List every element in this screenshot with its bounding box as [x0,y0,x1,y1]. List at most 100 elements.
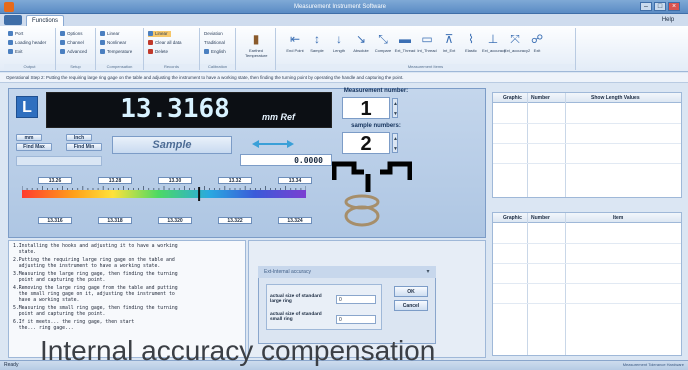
maximize-button[interactable]: □ [654,2,666,11]
tab-functions[interactable]: Functions [26,15,64,26]
small-ring-input[interactable]: 0 [336,315,376,324]
step-item: 1.Installing the hooks and adjusting it … [13,244,178,255]
channel-icon [60,40,65,45]
tool-absolute[interactable]: ↘ Absolute [350,31,372,61]
bottom-tick-label: 13.318 [98,217,132,224]
bottom-tick-label: 13.324 [278,217,312,224]
tool-int-ext[interactable]: ⊼ Int_Ext [438,31,460,61]
absolute-icon: ↘ [355,32,367,46]
tool-ext-accuracy[interactable]: ⊥ Ext_accuracy [482,31,506,61]
tool-length[interactable]: ↓ Length [328,31,350,61]
ribbon-group-label: Calibration [200,64,235,70]
delete-icon [148,49,153,54]
window-title: Measurement Instrument Software [293,4,387,10]
advanced-icon [60,49,65,54]
ribbon-group-label: Measurement Items [276,64,575,70]
inch-radio[interactable]: Inch [66,134,92,141]
app-menu-button[interactable] [4,15,22,25]
advanced-item[interactable]: Advanced [60,49,87,55]
dialog-close-icon[interactable]: ▾ [424,268,432,276]
step-item: 2.Putting the requiring large ring gage … [13,258,175,269]
ribbon-group-records: Linear Clear all data Delete Records [144,28,200,70]
column-number: Number [531,215,550,221]
minimize-button[interactable]: – [640,2,652,11]
ribbon-group-temperature: ▮ Earthed Temperature [236,28,276,70]
tool-int-thread[interactable]: ▭ Int_Thread [416,31,438,61]
tool-compare[interactable]: ⤡ Compare [372,31,394,61]
ok-button[interactable]: OK [394,286,428,297]
delete-item[interactable]: Delete [148,49,168,55]
instruction-bar: Operational Step 2: Putting the requirin… [0,73,688,83]
tool-elastic[interactable]: ⌇ Elastic [460,31,482,61]
highlighted-item[interactable]: Linear [148,31,171,37]
zero-value-field: 0.0000 [240,154,332,166]
app-icon[interactable] [4,2,14,12]
ribbon-group-output: Port Loading header Exit Output [4,28,56,70]
tool-end-point[interactable]: ⇤ End Point [284,31,306,61]
top-tick-label: 13.30 [158,177,192,184]
ext-accuracy-icon: ⊥ [487,32,499,46]
scale-gradient [22,190,306,198]
status-field [16,156,102,166]
header-icon [8,40,13,45]
sample-number-field[interactable]: 2 [342,132,390,155]
nonlinear-item[interactable]: Nonlinear [100,40,126,46]
ribbon-tab-strip [0,14,688,26]
measurement-number-field[interactable]: 1 [342,97,390,120]
port-icon [8,31,13,36]
find-min-button[interactable]: Find Min [66,143,102,151]
column-number: Number [531,95,550,101]
measurement-number-spinner[interactable]: ▲ ▼ [392,98,398,118]
measurement-number-label: Measurement number: [343,88,409,94]
traditional-item[interactable]: Traditional [204,40,225,46]
top-tick-label: 13.32 [218,177,252,184]
ribbon-group-label: Compensation [96,64,143,70]
int-ext-icon: ⊼ [444,32,454,46]
mm-radio[interactable]: mm [16,134,42,141]
tool-exit[interactable]: ☍ Exit [526,31,548,61]
tool-ext-accuracy-2[interactable]: ⤧ Ext_accuracy2 [504,31,530,61]
linear-item[interactable]: Linear [100,31,120,37]
tool-ext-thread[interactable]: ▬ Ext_Thread [394,31,416,61]
unit-logo: L [16,96,38,118]
bottom-tick-label: 13.320 [158,217,192,224]
ribbon-group-measurement-items: ⇤ End Point ↕ Sample ↓ Length ↘ Absolute ⤡ Co… [276,28,576,70]
table-header: Graphic Number Item [493,213,681,223]
caption-overlay: Internal accuracy compensation [40,335,436,366]
tool-sample[interactable]: ↕ Sample [306,31,328,61]
bottom-tick-label: 13.322 [218,217,252,224]
deviation-scale-bar [22,186,306,201]
cancel-button[interactable]: Cancel [394,300,428,311]
length-values-table: Graphic Number Show Length Values [492,92,682,198]
earthed-temperature-button[interactable]: ▮ Earthed Temperature [245,31,267,61]
clear-all-data-item[interactable]: Clear all data [148,40,182,46]
status-ready: Ready [4,362,19,368]
help-menu[interactable]: Help [652,15,684,25]
sample-button[interactable]: Sample [112,136,232,154]
temperature-item[interactable]: Temperature [100,49,132,55]
large-ring-input[interactable]: 0 [336,295,376,304]
english-item[interactable]: English [204,49,226,55]
find-max-button[interactable]: Find Max [16,143,52,151]
column-show-length: Show Length Values [591,95,640,101]
clear-icon [148,40,153,45]
options-item[interactable]: Options [60,31,83,37]
ribbon-group-compensation: Linear Nonlinear Temperature Compensatio… [96,28,144,70]
port-item[interactable]: Port [8,31,23,37]
ext-accuracy2-icon: ⤧ [510,32,520,46]
channel-item[interactable]: Channel [60,40,84,46]
step-item: 6.If it meets... the ring gage, then sta… [13,320,135,331]
close-button[interactable]: × [668,2,680,11]
length-icon: ↓ [336,32,342,46]
exit-item[interactable]: Exit [8,49,23,55]
deviation-item[interactable]: Deviation [204,31,223,37]
end-point-icon: ⇤ [289,32,301,46]
double-arrow-icon [252,140,294,148]
temperature-icon [100,49,105,54]
options-icon [60,31,65,36]
bottom-tick-label: 13.316 [38,217,72,224]
exit-icon [8,49,13,54]
ribbon-group-label: Setup [56,64,95,70]
loading-header-item[interactable]: Loading header [8,40,46,46]
sample-number-spinner[interactable]: ▲ ▼ [392,133,398,153]
